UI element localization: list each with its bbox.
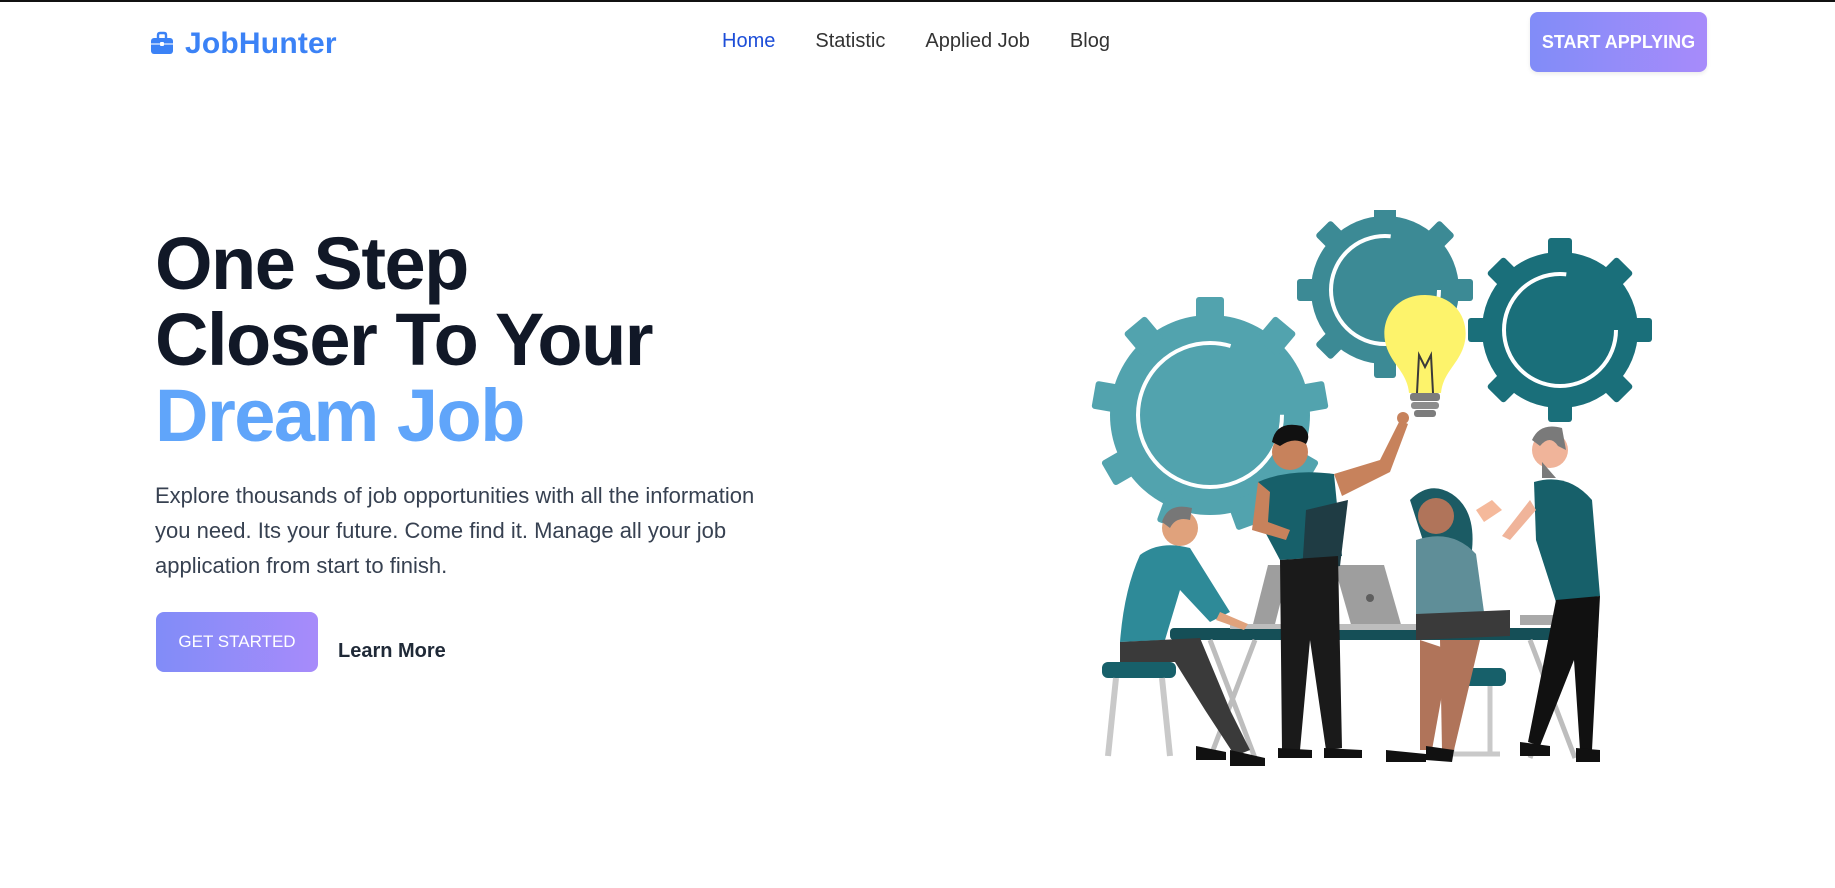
- nav-item-home[interactable]: Home: [722, 30, 775, 53]
- team-brainstorm-illustration: [1091, 210, 1652, 766]
- start-applying-button[interactable]: START APPLYING: [1530, 12, 1707, 72]
- hero-description: Explore thousands of job opportunities w…: [155, 483, 755, 578]
- get-started-button[interactable]: GET STARTED: [156, 612, 318, 672]
- right-gear-icon: [1468, 238, 1652, 422]
- navbar: JobHunter Home Statistic Applied Job Blo…: [0, 0, 1835, 84]
- nav-item-statistic[interactable]: Statistic: [815, 30, 885, 53]
- nav-item-blog[interactable]: Blog: [1070, 30, 1110, 53]
- light-bulb-icon: [1384, 295, 1466, 417]
- brand-logo[interactable]: JobHunter: [149, 24, 337, 64]
- brand-name: JobHunter: [185, 27, 337, 60]
- main-menu: Home Statistic Applied Job Blog: [722, 30, 1110, 53]
- hero-title: One Step Closer To Your Dream Job: [155, 222, 654, 457]
- hero-title-line-2: Closer To Your: [155, 298, 654, 381]
- hero-title-line-1: One Step: [155, 222, 469, 305]
- person-standing-right: [1502, 426, 1600, 762]
- briefcase-icon: [151, 31, 173, 54]
- learn-more-link[interactable]: Learn More: [338, 640, 446, 663]
- nav-item-applied-job[interactable]: Applied Job: [925, 30, 1030, 53]
- hero-title-accent: Dream Job: [155, 374, 525, 457]
- stool-left: [1102, 662, 1176, 757]
